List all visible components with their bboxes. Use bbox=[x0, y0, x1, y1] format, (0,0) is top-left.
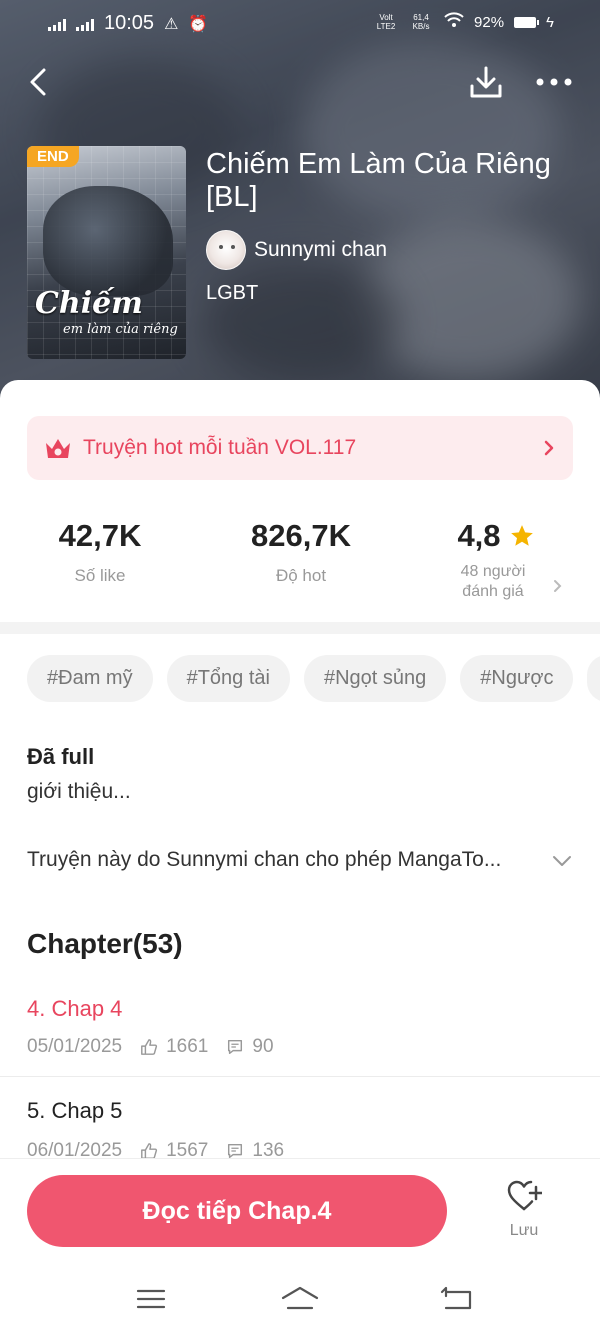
hot-value: 826,7K bbox=[251, 518, 351, 553]
rating-stat[interactable]: 4,8 48 người đánh giá bbox=[448, 518, 558, 602]
chapter-comments: 90 bbox=[252, 1036, 274, 1057]
charging-icon: ϟ bbox=[546, 13, 554, 31]
tag-chip-partial[interactable] bbox=[587, 655, 600, 702]
genre-label[interactable]: LGBT bbox=[206, 282, 258, 305]
chevron-down-icon[interactable] bbox=[552, 854, 572, 868]
rating-count-label-2: đánh giá bbox=[462, 583, 524, 600]
continue-reading-button[interactable]: Đọc tiếp Chap.4 bbox=[27, 1175, 447, 1247]
row-divider bbox=[0, 1076, 600, 1077]
cover-subtitle: em làm của riêng bbox=[63, 322, 178, 337]
menu-icon[interactable] bbox=[136, 1284, 166, 1314]
more-horizontal-icon bbox=[536, 78, 572, 86]
hot-label: Độ hot bbox=[275, 566, 327, 585]
save-button[interactable]: Lưu bbox=[496, 1179, 552, 1249]
author-avatar bbox=[206, 230, 246, 270]
rating-value: 4,8 bbox=[457, 518, 501, 553]
hot-stat: 826,7K Độ hot bbox=[228, 518, 374, 586]
star-icon bbox=[510, 525, 533, 546]
network-speed: 61,4 KB/s bbox=[412, 13, 430, 31]
save-label: Lưu bbox=[509, 1222, 539, 1239]
tag-chip[interactable]: #Ngọt sủng bbox=[303, 655, 447, 702]
book-cover: Chiếm em làm của riêng bbox=[27, 146, 186, 359]
hot-weekly-banner[interactable]: Truyện hot mỗi tuần VOL.117 bbox=[27, 416, 573, 480]
chapter-title: 5. Chap 5 bbox=[27, 1098, 123, 1123]
book-title: Chiếm Em Làm Của Riêng [BL] bbox=[206, 148, 551, 213]
chapter-likes: 1661 bbox=[166, 1036, 209, 1057]
likes-label: Số like bbox=[74, 566, 126, 585]
rating-count-label: 48 người bbox=[460, 563, 526, 580]
system-navigation-bar bbox=[0, 1266, 600, 1333]
chevron-right-icon bbox=[554, 580, 562, 592]
crown-icon bbox=[46, 439, 70, 458]
chevron-left-icon bbox=[30, 68, 46, 96]
tag-list: #Đam mỹ #Tổng tài #Ngọt sủng #Ngược bbox=[27, 655, 600, 702]
more-options-button[interactable] bbox=[532, 62, 576, 102]
alert-icon: ⚠ bbox=[164, 15, 179, 33]
chapter-title: 4. Chap 4 bbox=[27, 996, 123, 1021]
chapter-date: 05/01/2025 bbox=[27, 1036, 123, 1057]
network-label: Volt LTE2 bbox=[376, 13, 396, 31]
section-divider bbox=[0, 622, 600, 634]
cover-title: Chiếm bbox=[35, 286, 143, 321]
back-button[interactable] bbox=[22, 62, 58, 102]
download-button[interactable] bbox=[466, 62, 506, 102]
thumb-up-icon bbox=[141, 1039, 158, 1055]
author-link[interactable]: Sunnymi chan bbox=[206, 230, 387, 270]
likes-stat: 42,7K Số like bbox=[40, 518, 160, 586]
author-name: Sunnymi chan bbox=[254, 238, 388, 261]
signal-icon bbox=[48, 17, 66, 31]
back-nav-icon[interactable] bbox=[440, 1284, 474, 1314]
home-icon[interactable] bbox=[280, 1284, 320, 1314]
wifi-icon bbox=[444, 12, 464, 32]
battery-percent: 92% bbox=[474, 13, 505, 31]
status-time: 10:05 bbox=[104, 12, 155, 34]
intro-label: giới thiệu... bbox=[27, 780, 131, 803]
bottom-action-bar: Đọc tiếp Chap.4 Lưu bbox=[0, 1158, 600, 1266]
alarm-icon: ⏰ bbox=[188, 15, 209, 33]
completion-status: Đã full bbox=[27, 744, 95, 769]
hot-banner-text: Truyện hot mỗi tuần VOL.117 bbox=[83, 436, 357, 459]
likes-value: 42,7K bbox=[58, 518, 142, 553]
signal-icon-2 bbox=[76, 17, 94, 31]
tag-chip[interactable]: #Đam mỹ bbox=[27, 655, 153, 702]
end-badge: END bbox=[27, 146, 79, 167]
download-icon bbox=[470, 66, 502, 98]
chapter-list-heading: Chapter(53) bbox=[27, 928, 183, 959]
tag-chip[interactable]: #Ngược bbox=[460, 655, 574, 702]
status-bar: 10:05 ⚠ ⏰ Volt LTE2 61,4 KB/s 92% ϟ bbox=[0, 0, 600, 48]
description-text[interactable]: Truyện này do Sunnymi chan cho phép Mang… bbox=[27, 848, 547, 872]
tag-chip[interactable]: #Tổng tài bbox=[166, 655, 290, 702]
chevron-right-icon bbox=[544, 440, 554, 456]
heart-plus-icon bbox=[507, 1180, 544, 1211]
battery-icon bbox=[514, 16, 540, 28]
comment-icon bbox=[228, 1039, 243, 1055]
